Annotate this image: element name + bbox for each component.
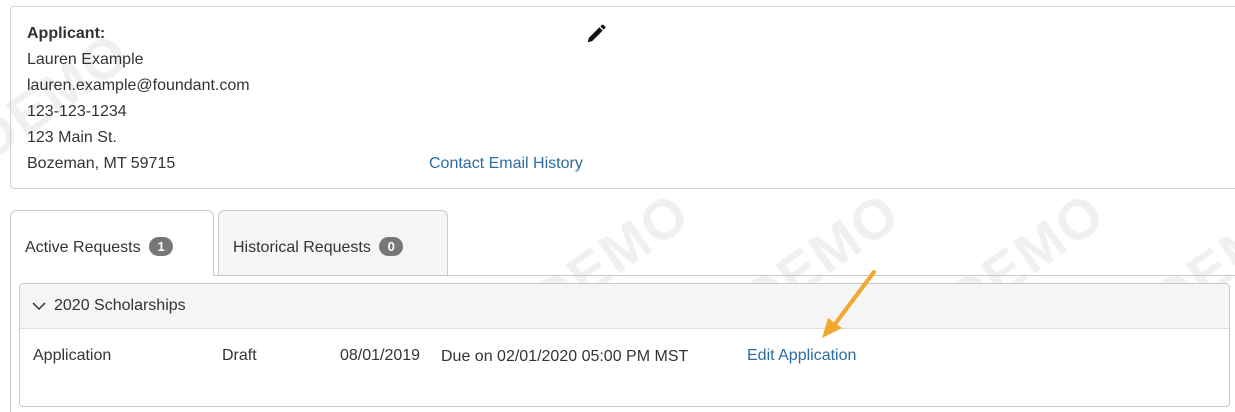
request-type: Application [33,347,112,364]
panel-header-toggle[interactable]: 2020 Scholarships [20,284,1229,329]
applicant-name: Lauren Example [27,51,144,68]
tab-label: Historical Requests [233,239,371,256]
tab-active-requests[interactable]: Active Requests 1 [10,210,214,276]
contact-email-history-link[interactable]: Contact Email History [429,155,583,173]
request-status: Draft [222,347,257,364]
count-badge: 1 [149,237,174,256]
applicant-address-line1: 123 Main St. [27,129,117,146]
tab-divider [213,275,1235,276]
applicant-email: lauren.example@foundant.com [27,77,250,94]
chevron-down-icon [32,302,46,311]
pencil-icon[interactable] [585,23,607,45]
scholarship-panel: 2020 Scholarships Application Draft 08/0… [19,283,1230,407]
applicant-phone: 123-123-1234 [27,103,127,120]
edit-application-link[interactable]: Edit Application [747,347,856,365]
tab-historical-requests[interactable]: Historical Requests 0 [218,210,448,276]
applicant-label: Applicant: [27,25,106,42]
count-badge: 0 [379,237,404,256]
request-date: 08/01/2019 [340,347,421,364]
request-due-date: Due on 02/01/2020 05:00 PM MST [441,348,689,365]
tab-label: Active Requests [25,239,141,256]
request-row: Application Draft 08/01/2019 Due on 02/0… [20,329,1229,406]
panel-title: 2020 Scholarships [54,297,186,314]
applicant-address-line2: Bozeman, MT 59715 [27,155,176,172]
tab-content-border [10,275,11,412]
applicant-card: Applicant: Lauren Example lauren.example… [10,6,1235,189]
